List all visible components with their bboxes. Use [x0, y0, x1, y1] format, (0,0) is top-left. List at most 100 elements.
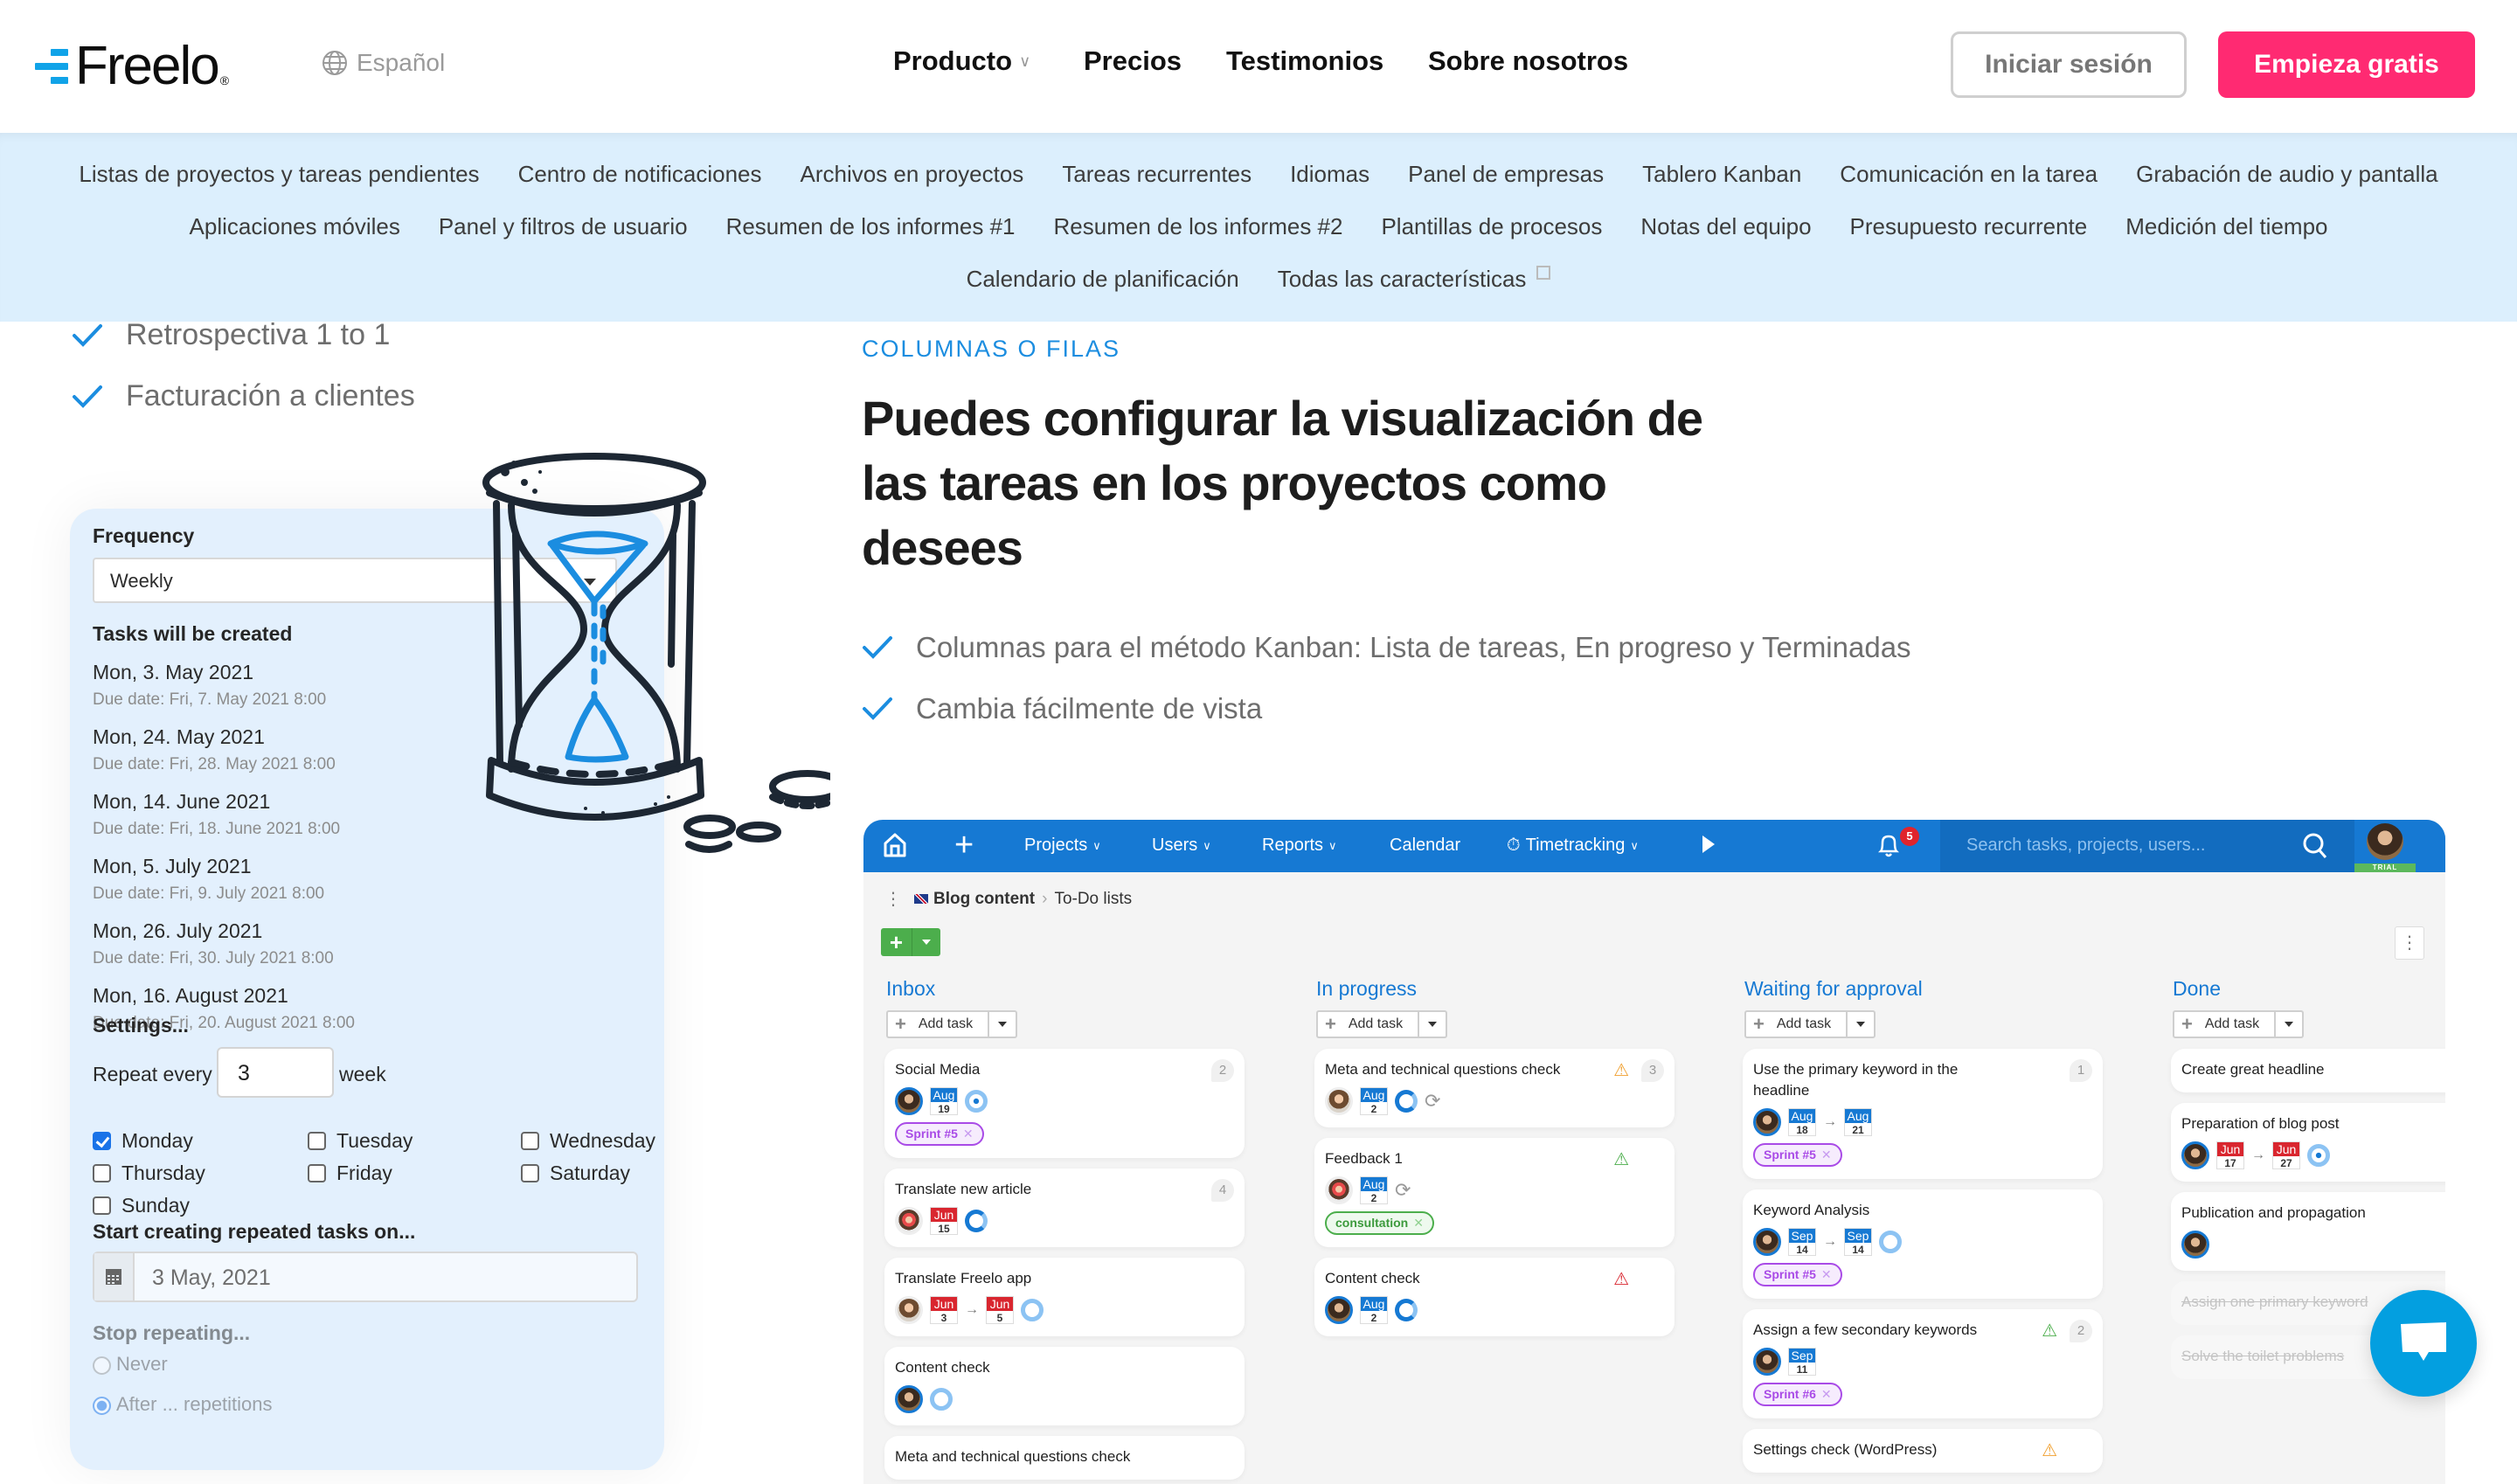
comment-count-badge[interactable]: 2 [2070, 1320, 2092, 1342]
feature-link[interactable]: Notas del equipo [1640, 213, 1811, 240]
bell-icon[interactable] [1877, 832, 1900, 860]
label-tag[interactable]: Sprint #5 ✕ [895, 1122, 984, 1146]
comment-count-badge[interactable]: 3 [1641, 1059, 1664, 1082]
label-tag[interactable]: Sprint #5 ✕ [1753, 1143, 1842, 1167]
feature-link[interactable]: Resumen de los informes #2 [1054, 213, 1343, 240]
task-card[interactable]: Content check [884, 1347, 1245, 1425]
due-date-badge[interactable]: Sep 14 [1844, 1228, 1872, 1256]
task-card[interactable]: 2 Social Media Aug 19 Sprint #5 ✕ [884, 1049, 1245, 1158]
due-date-badge[interactable]: Aug 2 [1360, 1087, 1388, 1115]
add-list-button[interactable]: + [881, 928, 940, 956]
add-task-button[interactable]: + Add task [1744, 1010, 1876, 1038]
due-date-badge[interactable]: Aug 18 [1788, 1108, 1816, 1136]
app-nav-reports[interactable]: Reports ∨ [1262, 836, 1337, 856]
add-task-button[interactable]: + Add task [2173, 1010, 2304, 1038]
label-tag[interactable]: consultation ✕ [1325, 1211, 1434, 1235]
assignee-avatar[interactable] [895, 1087, 923, 1115]
due-date-badge[interactable]: Sep 14 [1788, 1228, 1816, 1256]
stop-never-option[interactable]: Never [93, 1353, 168, 1376]
task-card[interactable]: Meta and technical questions check [884, 1436, 1245, 1480]
due-date-badge[interactable]: Aug 21 [1844, 1108, 1872, 1136]
close-icon[interactable]: ✕ [1821, 1267, 1832, 1281]
assignee-avatar[interactable] [895, 1385, 923, 1413]
assignee-avatar[interactable] [2181, 1141, 2209, 1169]
radio-after[interactable] [93, 1396, 111, 1415]
close-icon[interactable]: ✕ [1821, 1148, 1832, 1162]
add-task-button[interactable]: + Add task [886, 1010, 1017, 1038]
feature-link[interactable]: Panel y filtros de usuario [439, 213, 688, 240]
close-icon[interactable]: ✕ [1413, 1216, 1424, 1230]
stop-after-option[interactable]: After ... repetitions [93, 1393, 273, 1416]
task-card[interactable]: 4 Translate new article Jun 15 [884, 1168, 1245, 1247]
checkbox[interactable] [93, 1132, 111, 1150]
due-date-badge[interactable]: Jun 3 [930, 1296, 958, 1324]
home-icon[interactable] [883, 832, 907, 858]
due-date-badge[interactable]: Jun 15 [930, 1207, 958, 1235]
column-title[interactable]: Inbox [886, 977, 1224, 1003]
feature-link[interactable]: Archivos en proyectos [801, 161, 1024, 188]
add-task-button[interactable]: + Add task [1316, 1010, 1447, 1038]
task-card[interactable]: ⚠ Create great headline [2171, 1049, 2445, 1092]
app-search-input[interactable]: Search tasks, projects, users... [1940, 820, 2354, 872]
assignee-avatar[interactable] [895, 1207, 923, 1235]
feature-link[interactable]: Idiomas [1290, 161, 1369, 188]
nav-testimonios[interactable]: Testimonios [1226, 45, 1383, 77]
checkbox[interactable] [93, 1196, 111, 1215]
due-date-badge[interactable]: Jun 17 [2216, 1141, 2244, 1169]
feature-link[interactable]: Panel de empresas [1408, 161, 1604, 188]
assignee-avatar[interactable] [1325, 1176, 1353, 1204]
checkbox[interactable] [308, 1164, 326, 1182]
nav-precios[interactable]: Precios [1084, 45, 1182, 77]
feature-link[interactable]: Plantillas de procesos [1381, 213, 1602, 240]
assignee-avatar[interactable] [1753, 1228, 1781, 1256]
app-nav-projects[interactable]: Projects ∨ [1024, 836, 1101, 856]
app-nav-timetracking[interactable]: ⏱ Timetracking ∨ [1507, 836, 1639, 856]
board-options-button[interactable]: ⋮ [2395, 926, 2424, 960]
freelo-logo[interactable]: Freelo ® [35, 39, 229, 94]
task-card[interactable]: 3 ⚠ Meta and technical questions check Au… [1314, 1049, 1675, 1127]
due-date-badge[interactable]: Sep 11 [1788, 1348, 1816, 1376]
comment-count-badge[interactable]: 2 [1211, 1059, 1234, 1082]
nav-producto[interactable]: Producto ∨ [893, 45, 1030, 77]
assignee-avatar[interactable] [895, 1296, 923, 1324]
comment-count-badge[interactable]: 4 [1211, 1179, 1234, 1202]
nav-sobre-nosotros[interactable]: Sobre nosotros [1428, 45, 1628, 77]
caret-down-icon[interactable] [989, 1012, 1016, 1037]
breadcrumb-project[interactable]: Blog content [933, 890, 1035, 909]
task-card[interactable]: ⚠ Content check Aug 2 [1314, 1258, 1675, 1336]
weekday-option[interactable]: Sunday [93, 1194, 190, 1217]
caret-down-icon[interactable] [1419, 1012, 1446, 1037]
feature-link[interactable]: Calendario de planificación [967, 266, 1239, 293]
assignee-avatar[interactable] [1753, 1348, 1781, 1376]
task-card[interactable]: ⚠ Settings check (WordPress) [1743, 1429, 2103, 1473]
feature-link[interactable]: Comunicación en la tarea [1840, 161, 2098, 188]
feature-link[interactable]: Centro de notificaciones [518, 161, 762, 188]
column-title[interactable]: Waiting for approval [1744, 977, 2082, 1003]
due-date-badge[interactable]: Aug 19 [930, 1087, 958, 1115]
column-title[interactable]: In progress [1316, 977, 1654, 1003]
assignee-avatar[interactable] [1753, 1108, 1781, 1136]
task-card[interactable]: 2 ⚠ Assign a few secondary keywords Sep 11… [1743, 1309, 2103, 1418]
task-card[interactable]: 2 Preparation of blog post Jun17→Jun27 [2171, 1103, 2445, 1182]
signup-button[interactable]: Empieza gratis [2218, 31, 2475, 98]
assignee-avatar[interactable] [1325, 1087, 1353, 1115]
login-button[interactable]: Iniciar sesión [1951, 31, 2187, 98]
checkbox[interactable] [521, 1132, 539, 1150]
feature-link[interactable]: Grabación de audio y pantalla [2136, 161, 2437, 188]
due-date-badge[interactable]: Aug 2 [1360, 1296, 1388, 1324]
start-date-field[interactable]: 3 May, 2021 [93, 1252, 638, 1302]
feature-link[interactable]: Tablero Kanban [1642, 161, 1801, 188]
label-tag[interactable]: Sprint #5 ✕ [1753, 1263, 1842, 1286]
caret-down-icon[interactable] [912, 928, 940, 956]
feature-link[interactable]: Tareas recurrentes [1062, 161, 1252, 188]
task-card[interactable]: ⚠ Feedback 1 Aug 2 ⟳ consultation ✕ [1314, 1138, 1675, 1247]
play-icon[interactable] [1701, 834, 1716, 855]
column-title[interactable]: Done [2173, 977, 2445, 1003]
checkbox[interactable] [521, 1164, 539, 1182]
close-icon[interactable]: ✕ [1821, 1387, 1832, 1401]
chat-widget-button[interactable] [2370, 1290, 2477, 1397]
search-icon[interactable] [2302, 832, 2328, 860]
due-date-badge[interactable]: Jun 5 [986, 1296, 1014, 1324]
weekday-option[interactable]: Saturday [521, 1162, 630, 1185]
plus-icon[interactable]: + [954, 827, 974, 864]
